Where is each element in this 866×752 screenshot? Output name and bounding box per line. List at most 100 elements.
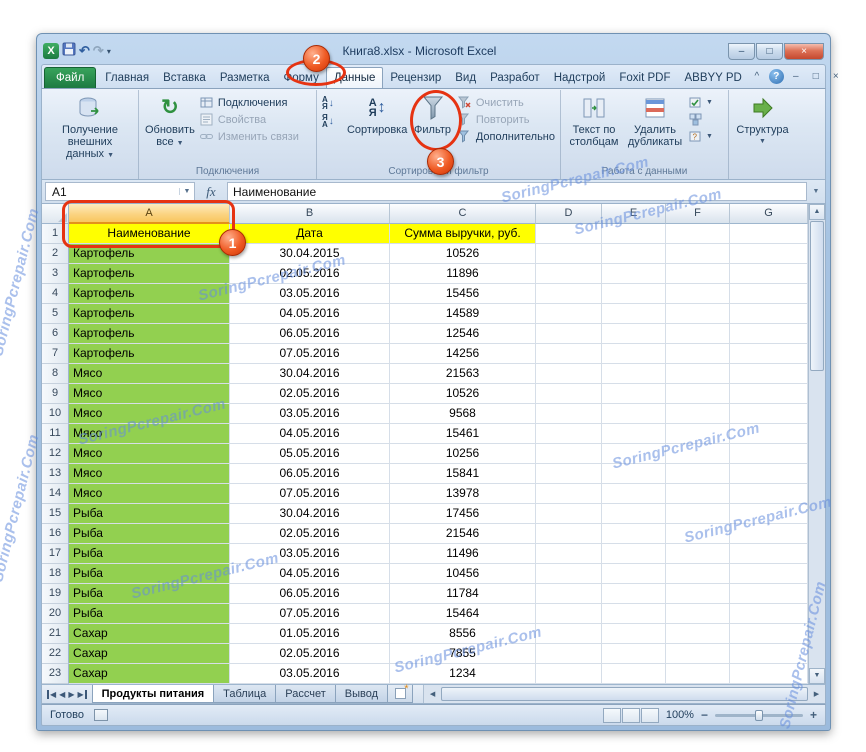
cell-G3[interactable] [730, 264, 808, 284]
zoom-out-icon[interactable]: − [701, 708, 708, 722]
cell-B22[interactable]: 02.05.2016 [230, 644, 390, 664]
cell-D1[interactable] [536, 224, 602, 244]
page-layout-view-icon[interactable] [621, 707, 640, 723]
cell-G7[interactable] [730, 344, 808, 364]
minimize-ribbon-icon[interactable]: ^ [749, 71, 765, 82]
cell-A10[interactable]: Мясо [69, 404, 230, 424]
cell-E1[interactable] [602, 224, 666, 244]
cell-D11[interactable] [536, 424, 602, 444]
cell-E6[interactable] [602, 324, 666, 344]
cell-A8[interactable]: Мясо [69, 364, 230, 384]
cell-C11[interactable]: 15461 [390, 424, 536, 444]
cell-B8[interactable]: 30.04.2016 [230, 364, 390, 384]
column-header-G[interactable]: G [730, 204, 808, 224]
tab-вставка[interactable]: Вставка [156, 68, 213, 88]
column-header-D[interactable]: D [536, 204, 602, 224]
cell-C17[interactable]: 11496 [390, 544, 536, 564]
row-header-4[interactable]: 4 [42, 284, 69, 304]
cell-C21[interactable]: 8556 [390, 624, 536, 644]
tab-abbyy-pd[interactable]: ABBYY PD [677, 68, 748, 88]
filter-button[interactable]: Фильтр [409, 91, 456, 165]
cell-C14[interactable]: 13978 [390, 484, 536, 504]
previous-sheet-icon[interactable]: ◀ [59, 690, 65, 699]
cell-E23[interactable] [602, 664, 666, 684]
cell-F20[interactable] [666, 604, 730, 624]
tab-рецензир[interactable]: Рецензир [383, 68, 448, 88]
cell-D7[interactable] [536, 344, 602, 364]
connections-button[interactable]: Подключения [198, 96, 301, 109]
cell-A4[interactable]: Картофель [69, 284, 230, 304]
page-break-view-icon[interactable] [640, 707, 659, 723]
row-header-19[interactable]: 19 [42, 584, 69, 604]
cell-B9[interactable]: 02.05.2016 [230, 384, 390, 404]
cell-B16[interactable]: 02.05.2016 [230, 524, 390, 544]
tab-форму[interactable]: Форму [277, 68, 326, 88]
cell-A23[interactable]: Сахар [69, 664, 230, 684]
cell-E10[interactable] [602, 404, 666, 424]
cell-C16[interactable]: 21546 [390, 524, 536, 544]
workbook-minimize-icon[interactable]: – [788, 71, 804, 82]
cell-F4[interactable] [666, 284, 730, 304]
tab-главная[interactable]: Главная [98, 68, 156, 88]
cell-G18[interactable] [730, 564, 808, 584]
row-header-16[interactable]: 16 [42, 524, 69, 544]
cell-G21[interactable] [730, 624, 808, 644]
cell-B5[interactable]: 04.05.2016 [230, 304, 390, 324]
zoom-level[interactable]: 100% [666, 709, 694, 721]
undo-icon[interactable]: ↶ [79, 44, 90, 58]
cell-G10[interactable] [730, 404, 808, 424]
column-header-A[interactable]: A [69, 204, 230, 224]
what-if-analysis-button[interactable]: ? ▼ [686, 130, 715, 143]
cell-A19[interactable]: Рыба [69, 584, 230, 604]
cell-B18[interactable]: 04.05.2016 [230, 564, 390, 584]
vertical-scroll-thumb[interactable] [810, 221, 824, 371]
vertical-scrollbar[interactable]: ▲ ▼ [808, 204, 825, 684]
tab-надстрой[interactable]: Надстрой [547, 68, 613, 88]
cell-D2[interactable] [536, 244, 602, 264]
row-header-15[interactable]: 15 [42, 504, 69, 524]
cell-D16[interactable] [536, 524, 602, 544]
cell-A2[interactable]: Картофель [69, 244, 230, 264]
cell-G9[interactable] [730, 384, 808, 404]
sheet-tab-таблица[interactable]: Таблица [213, 685, 277, 703]
cell-F3[interactable] [666, 264, 730, 284]
cell-C8[interactable]: 21563 [390, 364, 536, 384]
formula-input[interactable]: Наименование [227, 182, 807, 201]
cell-D14[interactable] [536, 484, 602, 504]
row-header-12[interactable]: 12 [42, 444, 69, 464]
cell-F18[interactable] [666, 564, 730, 584]
cell-B2[interactable]: 30.04.2015 [230, 244, 390, 264]
row-header-6[interactable]: 6 [42, 324, 69, 344]
sort-button[interactable]: А Я ↕ Сортировка [345, 91, 409, 165]
tab-файл[interactable]: Файл [44, 67, 97, 88]
cell-G15[interactable] [730, 504, 808, 524]
cell-E4[interactable] [602, 284, 666, 304]
get-external-data-button[interactable]: Получение внешних данных ▼ [45, 91, 135, 165]
workbook-restore-icon[interactable]: □ [808, 71, 824, 82]
sheet-tab-вывод[interactable]: Вывод [334, 685, 389, 703]
cell-A1[interactable]: Наименование [69, 224, 230, 244]
cell-G8[interactable] [730, 364, 808, 384]
cell-F2[interactable] [666, 244, 730, 264]
outline-button[interactable]: Структура ▼ [732, 91, 793, 165]
cell-C15[interactable]: 17456 [390, 504, 536, 524]
tab-вид[interactable]: Вид [448, 68, 483, 88]
cell-C10[interactable]: 9568 [390, 404, 536, 424]
cell-C2[interactable]: 10526 [390, 244, 536, 264]
cell-F11[interactable] [666, 424, 730, 444]
data-validation-button[interactable]: ▼ [686, 96, 715, 109]
cell-G4[interactable] [730, 284, 808, 304]
cell-D10[interactable] [536, 404, 602, 424]
cell-G22[interactable] [730, 644, 808, 664]
row-header-23[interactable]: 23 [42, 664, 69, 684]
properties-button[interactable]: Свойства [198, 113, 301, 126]
help-icon[interactable]: ? [768, 69, 784, 84]
row-header-22[interactable]: 22 [42, 644, 69, 664]
cell-E11[interactable] [602, 424, 666, 444]
name-box[interactable]: A1 ▼ [45, 182, 195, 201]
cell-C9[interactable]: 10526 [390, 384, 536, 404]
cell-G19[interactable] [730, 584, 808, 604]
cell-F21[interactable] [666, 624, 730, 644]
cell-E13[interactable] [602, 464, 666, 484]
cell-G13[interactable] [730, 464, 808, 484]
